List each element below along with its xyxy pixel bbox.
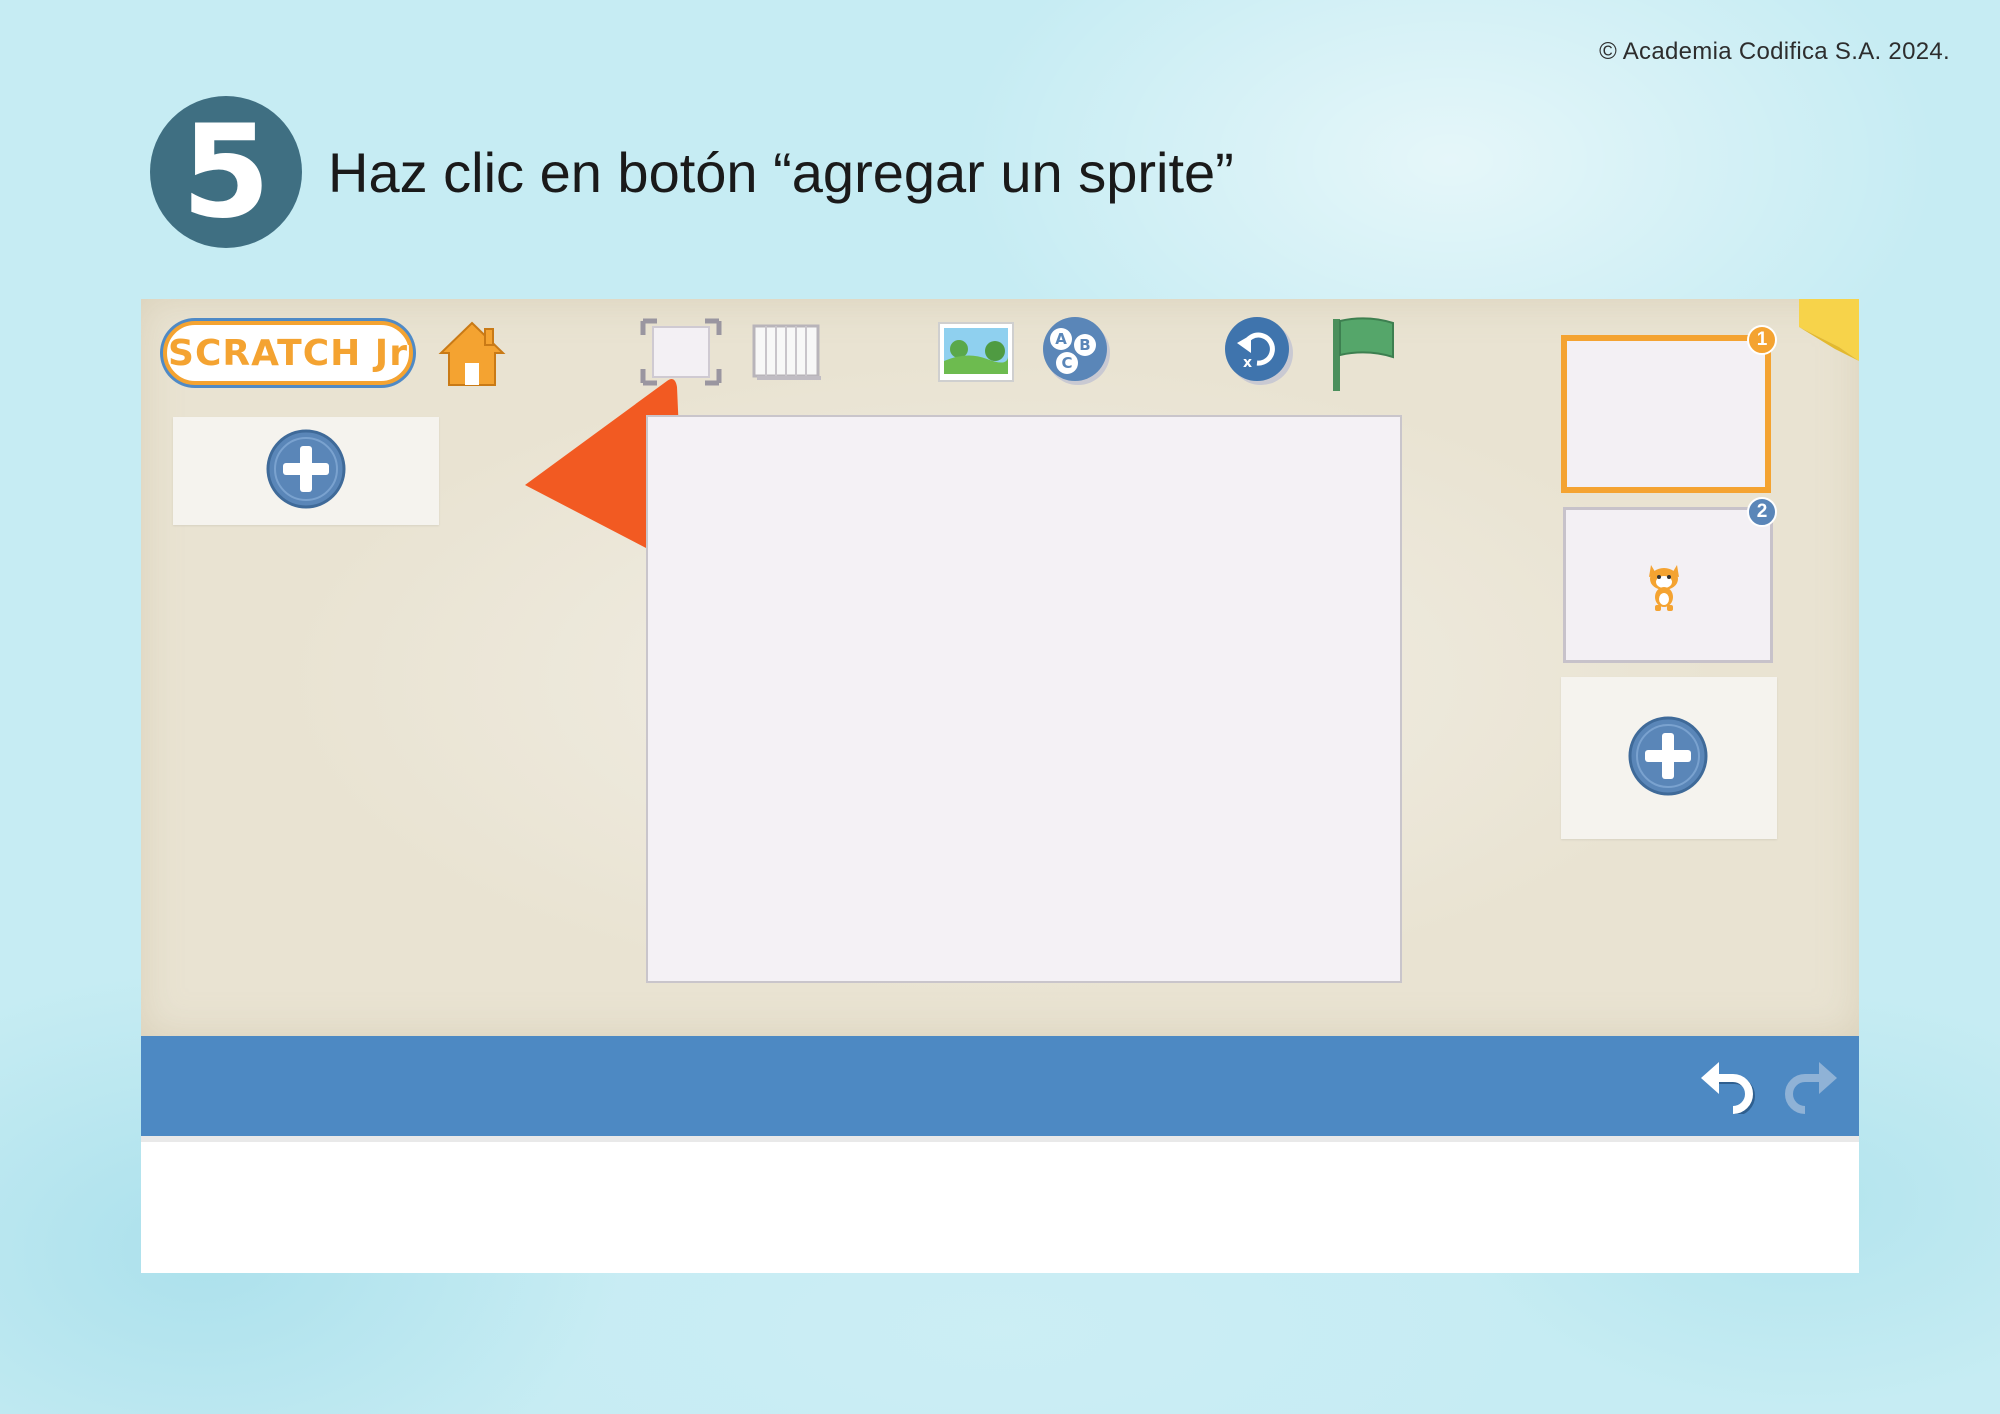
stage-canvas[interactable] <box>646 415 1402 983</box>
grid-icon[interactable] <box>751 323 823 381</box>
svg-text:B: B <box>1079 336 1090 354</box>
project-info-tab[interactable] <box>1799 299 1859 361</box>
reset-icon[interactable]: x <box>1223 315 1295 387</box>
add-sprite-button[interactable] <box>265 428 347 510</box>
svg-text:A: A <box>1055 330 1067 348</box>
background-icon[interactable] <box>937 321 1017 385</box>
svg-text:C: C <box>1061 354 1072 372</box>
page-number-badge: 1 <box>1747 325 1777 355</box>
add-page-button[interactable] <box>1627 715 1709 797</box>
home-icon[interactable] <box>437 319 507 389</box>
scratchjr-logo: SCRATCH Jr <box>163 321 413 385</box>
page-thumbnail-1[interactable] <box>1561 335 1771 493</box>
redo-icon[interactable] <box>1779 1056 1839 1114</box>
cat-sprite-icon <box>1649 565 1679 611</box>
scratchjr-screenshot: SCRATCH Jr A B C x 1 2 <box>141 299 1859 1273</box>
text-icon[interactable]: A B C <box>1041 315 1113 387</box>
green-flag-icon[interactable] <box>1327 313 1399 393</box>
blocks-palette-bar <box>141 1036 1859 1136</box>
undo-icon[interactable] <box>1699 1056 1759 1114</box>
step-number-badge: 5 <box>150 96 302 248</box>
copyright-text: © Academia Codifica S.A. 2024. <box>1599 38 1950 65</box>
add-page-panel <box>1561 677 1777 839</box>
sprite-list-panel <box>173 417 439 525</box>
script-area[interactable] <box>141 1136 1859 1273</box>
page-number-badge: 2 <box>1747 497 1777 527</box>
step-instruction: Haz clic en botón “agregar un sprite” <box>328 141 1234 204</box>
svg-text:x: x <box>1243 355 1252 371</box>
